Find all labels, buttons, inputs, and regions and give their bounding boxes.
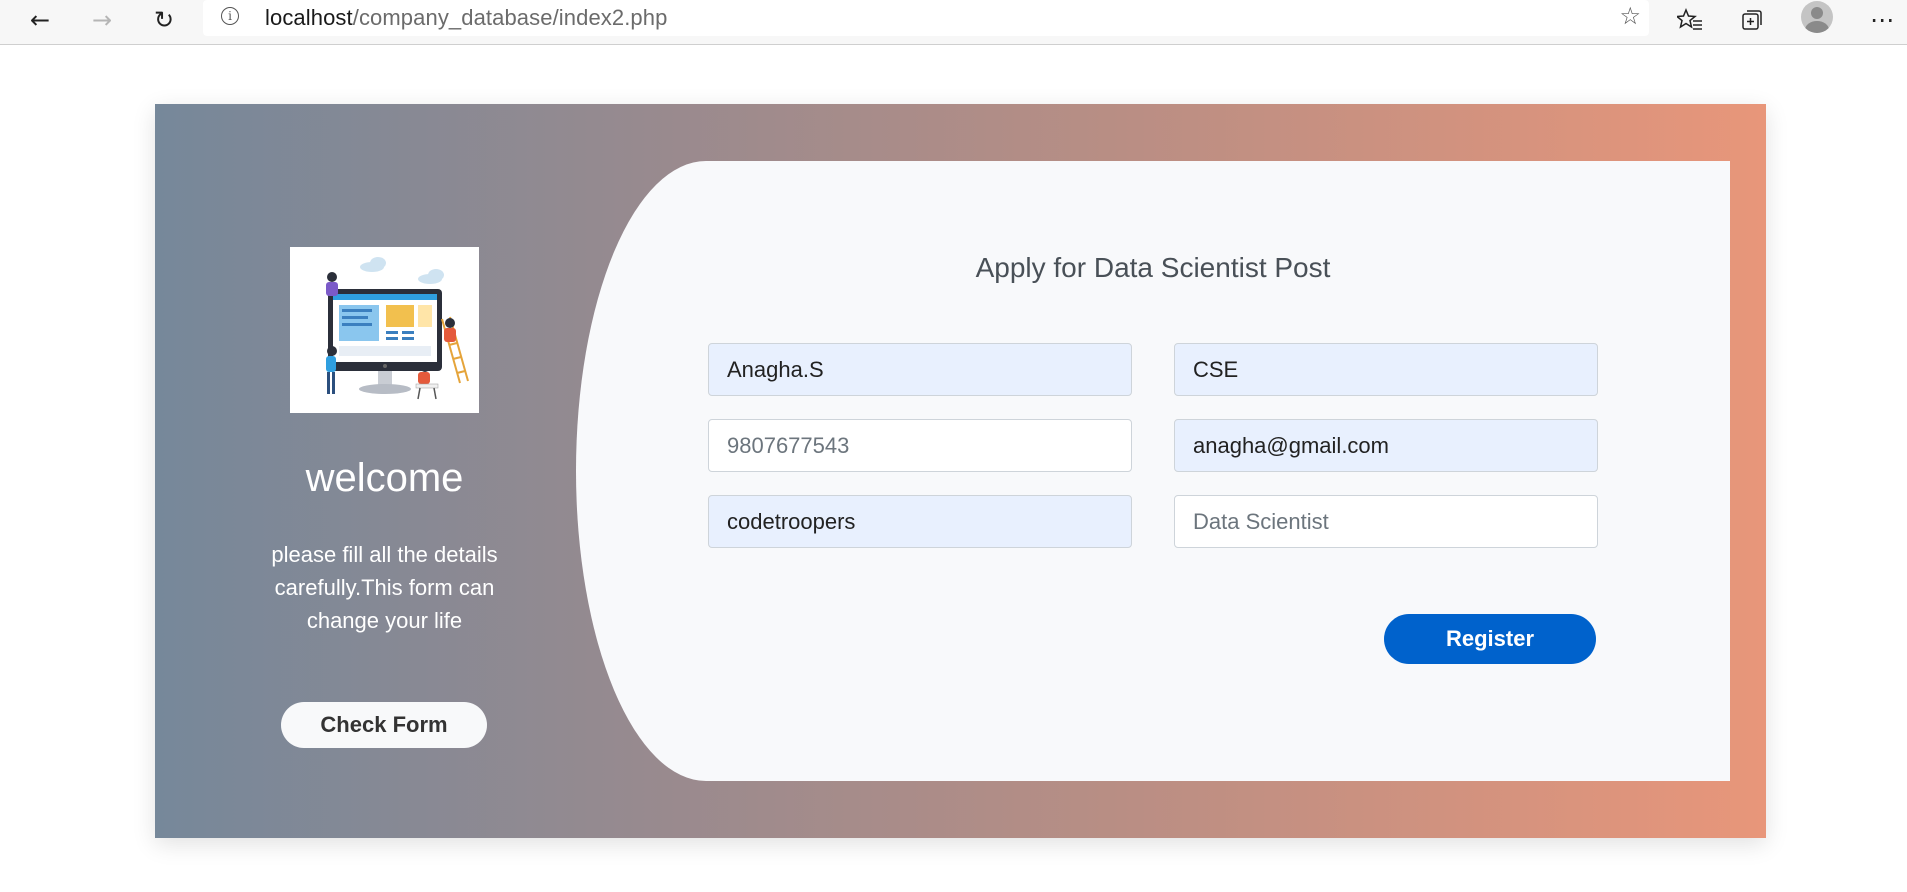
profile-avatar-icon[interactable]	[1801, 1, 1833, 33]
welcome-section: welcome please fill all the details care…	[155, 104, 575, 838]
collections-icon-graphic	[1742, 10, 1762, 30]
welcome-heading: welcome	[305, 456, 464, 500]
favorites-icon-graphic	[1677, 8, 1702, 30]
phone-field[interactable]	[708, 419, 1132, 472]
avatar-head	[1811, 7, 1823, 19]
info-icon[interactable]: i	[221, 7, 239, 25]
form-panel: Apply for Data Scientist Post Register	[576, 161, 1730, 781]
url-path: /company_database/index2.php	[352, 5, 668, 30]
check-form-button[interactable]: Check Form	[281, 702, 487, 748]
registration-card: welcome please fill all the details care…	[155, 104, 1766, 838]
address-bar[interactable]: i localhost/company_database/index2.php …	[203, 0, 1649, 36]
collections-icon[interactable]	[1732, 2, 1772, 38]
web-design-illustration	[290, 247, 479, 413]
illustration-graphic	[326, 257, 469, 400]
avatar-body	[1805, 21, 1829, 33]
form-title: Apply for Data Scientist Post	[975, 252, 1331, 283]
post-field[interactable]	[1174, 495, 1598, 548]
intro-text: please fill all the details carefully.Th…	[271, 542, 498, 633]
favorites-icon[interactable]	[1670, 2, 1710, 38]
register-button[interactable]: Register	[1384, 614, 1596, 664]
department-field[interactable]	[1174, 343, 1598, 396]
more-options-icon[interactable]: ⋯	[1862, 2, 1902, 38]
company-field[interactable]	[708, 495, 1132, 548]
url-host: localhost	[265, 5, 353, 30]
browser-toolbar: ← → ↻ i localhost/company_database/index…	[0, 0, 1907, 45]
back-arrow-icon[interactable]: ←	[20, 2, 60, 38]
forward-arrow-icon[interactable]: →	[82, 2, 122, 38]
refresh-icon[interactable]: ↻	[144, 2, 184, 38]
url-text[interactable]: localhost/company_database/index2.php	[265, 5, 667, 31]
email-field[interactable]	[1174, 419, 1598, 472]
star-icon[interactable]: ☆	[1619, 2, 1641, 30]
name-field[interactable]	[708, 343, 1132, 396]
